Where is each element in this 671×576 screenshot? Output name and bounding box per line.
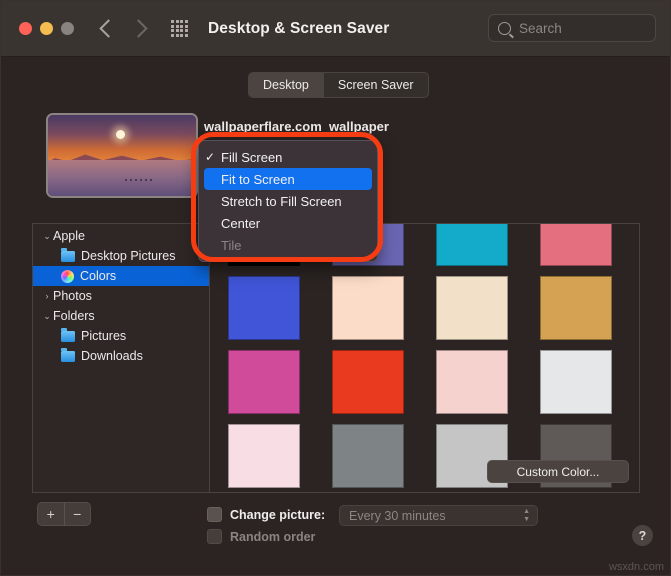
page-title: Desktop & Screen Saver — [208, 19, 390, 37]
folder-icon — [61, 248, 75, 262]
tab-desktop[interactable]: Desktop — [249, 73, 323, 97]
minimize-window-button[interactable] — [40, 22, 53, 35]
color-swatch-blue[interactable] — [228, 276, 300, 340]
sidebar-item-folders[interactable]: ⌄ Folders — [33, 306, 209, 326]
sidebar-item-label: Pictures — [81, 329, 127, 343]
color-swatch-light-pink[interactable] — [228, 424, 300, 488]
color-swatch-magenta[interactable] — [228, 350, 300, 414]
navigation-arrows — [99, 19, 148, 38]
colors-content-area: Custom Color... — [210, 224, 639, 492]
disclosure-open-icon[interactable]: ⌄ — [41, 311, 53, 322]
sources-sidebar: ⌄ Apple Desktop Pictures Colors › Photos ⌄ Fold… — [33, 224, 210, 492]
remove-source-button[interactable]: − — [63, 503, 91, 525]
color-swatch-peach[interactable] — [332, 276, 404, 340]
color-wheel-icon — [61, 269, 74, 283]
watermark: wsxdn.com — [608, 561, 664, 573]
menu-item-label: Center — [221, 215, 261, 231]
wallpaper-name-label: wallpaperflare.com_wallpaper — [204, 119, 389, 134]
disclosure-closed-icon[interactable]: › — [41, 291, 53, 301]
menu-item-label: Fit to Screen — [221, 171, 295, 187]
stepper-arrows-icon: ▲ ▼ — [523, 507, 530, 523]
zoom-window-button[interactable] — [61, 22, 74, 35]
folder-icon — [61, 328, 75, 342]
sidebar-item-label: Downloads — [81, 349, 143, 363]
menu-item-label: Stretch to Fill Screen — [221, 193, 342, 209]
close-window-button[interactable] — [19, 22, 32, 35]
checkmark-icon: ✓ — [205, 150, 216, 164]
sidebar-item-label: Colors — [80, 269, 117, 283]
folder-icon — [61, 348, 75, 362]
sidebar-item-label: Photos — [53, 289, 92, 303]
traffic-lights — [19, 22, 74, 35]
color-swatch-gray[interactable] — [332, 424, 404, 488]
sidebar-item-apple[interactable]: ⌄ Apple — [33, 226, 209, 246]
random-order-checkbox[interactable] — [207, 529, 222, 544]
scaling-dropdown-menu: ✓ Fill Screen Fit to Screen Stretch to Fill… — [198, 140, 378, 262]
chevron-left-icon[interactable] — [99, 19, 118, 38]
chevron-right-icon[interactable] — [129, 19, 148, 38]
source-and-content-panel: ⌄ Apple Desktop Pictures Colors › Photos ⌄ Fold… — [32, 223, 640, 493]
color-swatch-cream[interactable] — [436, 276, 508, 340]
change-picture-checkbox[interactable] — [207, 507, 222, 522]
sidebar-item-label: Folders — [53, 309, 95, 323]
change-picture-interval-select[interactable]: Every 30 minutes ▲ ▼ — [339, 505, 538, 526]
change-picture-label: Change picture: — [230, 507, 326, 522]
menu-item-fill-screen[interactable]: ✓ Fill Screen — [199, 146, 377, 168]
wallpaper-thumbnail[interactable] — [46, 113, 198, 198]
random-order-row: Random order — [207, 529, 315, 544]
color-swatch-gold[interactable] — [540, 276, 612, 340]
color-swatch-grid — [228, 224, 612, 492]
color-swatch-cyan[interactable] — [436, 224, 508, 266]
interval-value: Every 30 minutes — [349, 508, 446, 523]
search-placeholder: Search — [519, 20, 562, 36]
color-swatch-salmon[interactable] — [540, 224, 612, 266]
menu-item-fit-to-screen[interactable]: Fit to Screen — [204, 168, 372, 190]
change-picture-row: Change picture: — [207, 507, 325, 522]
color-swatch-blush[interactable] — [436, 350, 508, 414]
random-order-label: Random order — [230, 529, 316, 544]
color-swatch-white-smoke[interactable] — [540, 350, 612, 414]
color-swatch-red-orange[interactable] — [332, 350, 404, 414]
menu-item-center[interactable]: Center — [199, 212, 377, 234]
search-icon — [498, 21, 511, 35]
thumbnail-birds — [124, 179, 153, 182]
sidebar-item-desktop-pictures[interactable]: Desktop Pictures — [33, 246, 209, 266]
tab-screen-saver[interactable]: Screen Saver — [322, 73, 428, 97]
sidebar-item-label: Apple — [53, 229, 85, 243]
menu-item-label: Tile — [221, 237, 242, 253]
sidebar-item-downloads[interactable]: Downloads — [33, 346, 209, 366]
window-titlebar: Desktop & Screen Saver Search — [1, 1, 670, 57]
help-button[interactable]: ? — [632, 525, 653, 546]
menu-item-label: Fill Screen — [221, 149, 283, 165]
menu-item-stretch-to-fill-screen[interactable]: Stretch to Fill Screen — [199, 190, 377, 212]
tab-bar: Desktop Screen Saver — [248, 72, 429, 98]
add-source-button[interactable]: + — [38, 503, 64, 525]
desktop-screen-saver-window: Desktop & Screen Saver Search Desktop Sc… — [0, 0, 671, 576]
thumbnail-water — [48, 159, 196, 196]
source-add-remove-group: + − — [37, 502, 91, 526]
sidebar-item-colors[interactable]: Colors — [33, 266, 209, 286]
sidebar-item-label: Desktop Pictures — [81, 249, 176, 263]
menu-item-tile: Tile — [199, 234, 377, 256]
sidebar-item-photos[interactable]: › Photos — [33, 286, 209, 306]
custom-color-button[interactable]: Custom Color... — [487, 460, 629, 483]
show-all-grid-icon[interactable] — [171, 20, 188, 37]
thumbnail-sun — [116, 129, 126, 139]
sidebar-item-pictures[interactable]: Pictures — [33, 326, 209, 346]
search-field[interactable]: Search — [488, 14, 656, 42]
disclosure-open-icon[interactable]: ⌄ — [41, 231, 53, 242]
